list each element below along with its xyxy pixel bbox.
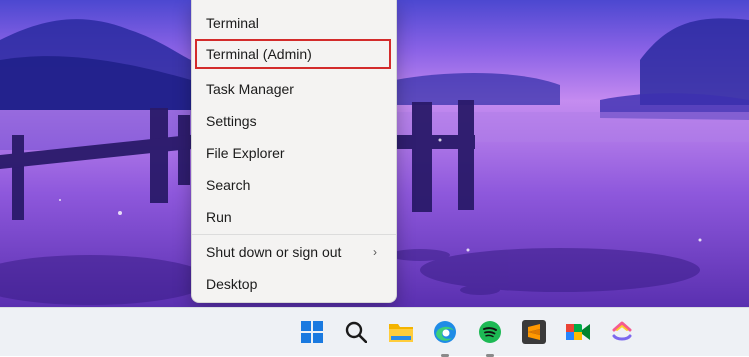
taskbar (0, 307, 749, 357)
menu-item-label: Task Manager (206, 81, 294, 97)
chevron-right-icon: › (373, 245, 377, 259)
menu-item-label: Search (206, 177, 251, 193)
taskbar-spotify-button[interactable] (474, 316, 506, 357)
menu-item-task-manager[interactable]: Task Manager (195, 74, 391, 104)
windows-start-icon (301, 321, 323, 343)
menu-item-search[interactable]: Search (195, 170, 391, 200)
menu-item-label: Shut down or sign out (206, 244, 342, 260)
taskbar-edge-button[interactable] (429, 316, 461, 357)
taskbar-google-meet-button[interactable] (562, 316, 594, 348)
menu-item-desktop[interactable]: Desktop (195, 269, 391, 299)
menu-separator (192, 234, 396, 235)
menu-item-terminal-admin[interactable]: Terminal (Admin) (195, 39, 391, 69)
menu-item-label: File Explorer (206, 145, 285, 161)
menu-item-run[interactable]: Run (195, 202, 391, 232)
menu-item-label: Run (206, 209, 232, 225)
taskbar-sublime-text-button[interactable] (518, 316, 550, 348)
menu-item-label: Settings (206, 113, 257, 129)
taskbar-file-explorer-button[interactable] (385, 316, 417, 348)
search-icon (345, 321, 367, 343)
start-button[interactable] (296, 316, 328, 348)
quick-link-context-menu: Terminal Terminal (Admin) Task Manager S… (191, 0, 397, 303)
clickup-icon (612, 321, 632, 341)
spotify-icon (479, 321, 501, 343)
google-meet-icon (566, 324, 590, 340)
edge-icon (434, 321, 456, 343)
menu-item-shut-down-or-sign-out[interactable]: Shut down or sign out › (195, 237, 391, 267)
menu-item-file-explorer[interactable]: File Explorer (195, 138, 391, 168)
menu-item-settings[interactable]: Settings (195, 106, 391, 136)
menu-item-label: Terminal (206, 15, 259, 31)
file-explorer-icon (389, 324, 413, 342)
menu-item-terminal[interactable]: Terminal (195, 8, 391, 38)
menu-item-label: Desktop (206, 276, 258, 292)
sublime-text-icon (522, 320, 546, 344)
taskbar-search-button[interactable] (340, 316, 372, 348)
menu-item-label: Terminal (Admin) (206, 46, 312, 62)
taskbar-clickup-button[interactable] (606, 316, 638, 348)
